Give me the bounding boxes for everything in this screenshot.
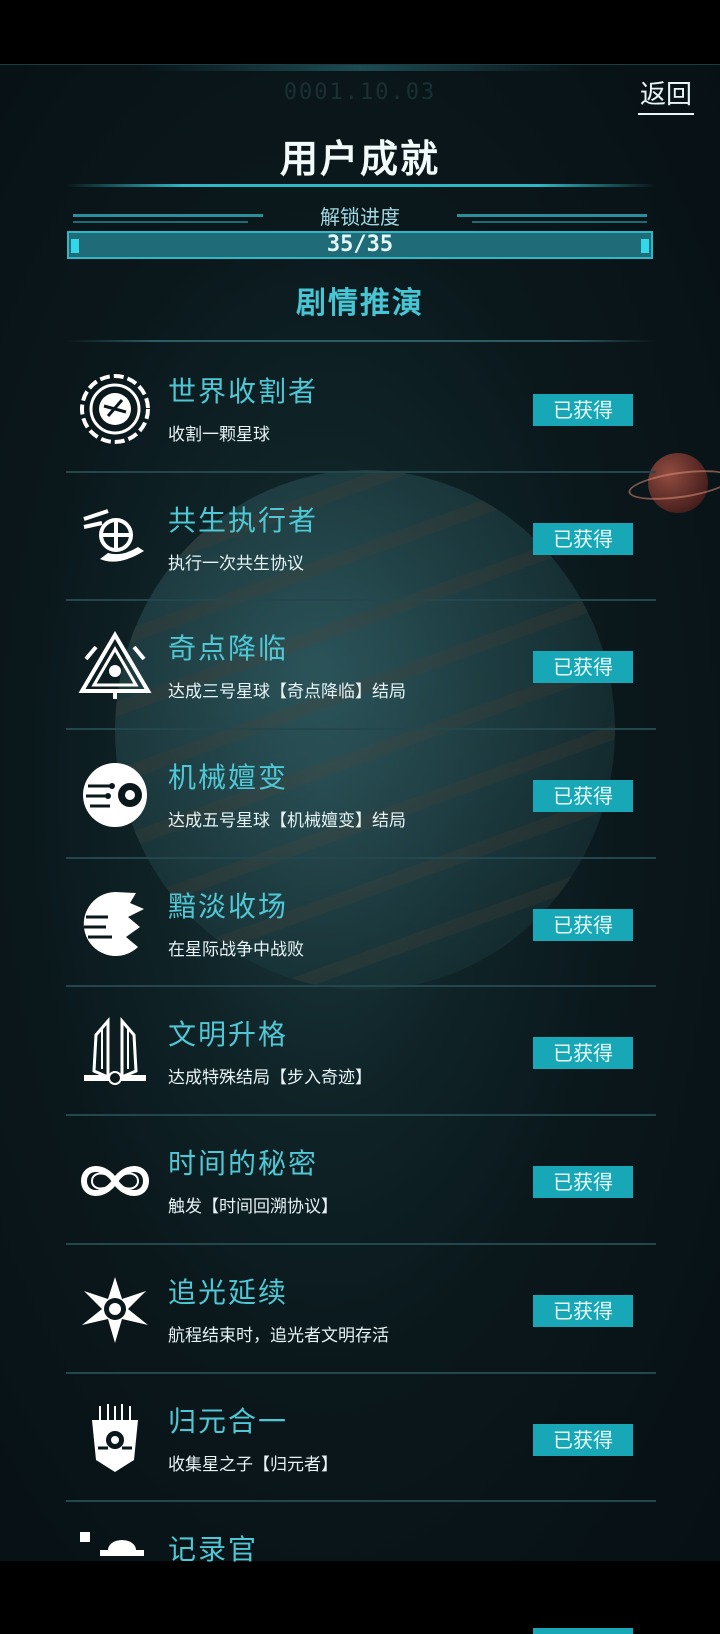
achievement-name: 时间的秘密: [168, 1147, 319, 1181]
planet-harvest-icon: [78, 372, 152, 446]
achievement-description: 收集星之子【归元者】: [168, 1454, 338, 1475]
achievement-description: 触发【时间回溯协议】: [168, 1197, 338, 1218]
winged-emblem-icon: [78, 1015, 152, 1089]
obtained-badge: 已获得: [533, 394, 633, 426]
achievement-description: 达成三号星球【奇点降临】结局: [168, 682, 406, 703]
achievement-row[interactable]: 共生执行者执行一次共生协议 已获得: [66, 473, 656, 602]
progress-label: 解锁进度: [320, 205, 400, 229]
achievement-row[interactable]: 机械嬗变达成五号星球【机械嬗变】结局 已获得: [66, 730, 656, 859]
panel-top-glow: [140, 65, 580, 71]
achievement-row[interactable]: 文明升格达成特殊结局【步入奇迹】 已获得: [66, 987, 656, 1117]
obtained-badge: 已获得: [533, 1037, 633, 1070]
obtained-badge: 已获得: [533, 908, 633, 941]
progress-bar: 35/35: [67, 231, 653, 259]
obtained-badge: 已获得: [533, 780, 633, 813]
obtained-badge: [533, 1628, 633, 1634]
achievement-row[interactable]: 时间的秘密触发【时间回溯协议】 已获得: [66, 1116, 656, 1245]
achievement-name: 文明升格: [168, 1018, 289, 1052]
singularity-triangle-icon: [78, 629, 152, 703]
achievement-name: 机械嬗变: [168, 761, 289, 795]
circuit-mask-icon: [78, 1402, 152, 1476]
achievement-name: 记录官: [168, 1533, 259, 1567]
page-title: 用户成就: [279, 137, 440, 181]
shattered-planet-icon: [78, 887, 152, 961]
obtained-badge: 已获得: [533, 651, 633, 684]
infinity-icon: [78, 1144, 152, 1218]
back-button[interactable]: 返回: [637, 74, 694, 115]
achievement-name: 奇点降临: [168, 632, 289, 666]
achievement-name: 世界收割者: [168, 375, 319, 408]
obtained-badge: 已获得: [533, 522, 633, 555]
achievement-row[interactable]: 记录官: [66, 1502, 656, 1634]
section-divider: [66, 340, 656, 342]
obtained-badge: 已获得: [533, 1423, 633, 1456]
achievement-description: 达成五号星球【机械嬗变】结局: [168, 811, 406, 832]
achievement-name: 追光延续: [168, 1275, 289, 1309]
achievement-description: 达成特殊结局【步入奇迹】: [168, 1068, 372, 1089]
obtained-badge: 已获得: [533, 1166, 633, 1199]
achievement-list: 世界收割者 收割一颗星球 已获得 共生执行者 执行一次共生协议 已获得 奇点降临 达成三号星球…: [66, 344, 656, 1634]
status-bar: [0, 0, 720, 64]
achievement-description: 执行一次共生协议: [168, 553, 304, 574]
symbiosis-globe-hand-icon: [78, 501, 152, 575]
achievement-description: 航程结束时，追光者文明存活: [168, 1325, 389, 1346]
achievement-description: 收割一颗星球: [168, 425, 270, 445]
progress-count: 35/35: [326, 232, 394, 257]
mechanical-eye-icon: [78, 758, 152, 832]
section-title: 剧情推演: [296, 286, 424, 321]
title-divider: [66, 184, 656, 187]
obtained-badge: 已获得: [533, 1294, 633, 1327]
game-date: 0001.10.03: [283, 80, 437, 105]
achievement-name: 黯淡收场: [168, 889, 289, 923]
radiant-core-icon: [78, 1273, 152, 1347]
achievement-row[interactable]: 世界收割者收割一颗星球 已获得: [66, 344, 656, 473]
achievement-row[interactable]: 追光延续航程结束时，追光者文明存活 已获得: [66, 1245, 656, 1374]
achievement-description: 在星际战争中战败: [168, 939, 304, 960]
achievement-name: 共生执行者: [168, 503, 319, 537]
unlock-progress: 解锁进度 35/35: [67, 205, 653, 259]
achievement-name: 归元合一: [168, 1404, 289, 1438]
achievement-row[interactable]: 奇点降临达成三号星球【奇点降临】结局 已获得: [66, 601, 656, 731]
achievement-row[interactable]: 黯淡收场在星际战争中战败 已获得: [66, 859, 656, 988]
achievement-row[interactable]: 归元合一收集星之子【归元者】 已获得: [66, 1374, 656, 1503]
recorder-icon: [78, 1530, 152, 1604]
